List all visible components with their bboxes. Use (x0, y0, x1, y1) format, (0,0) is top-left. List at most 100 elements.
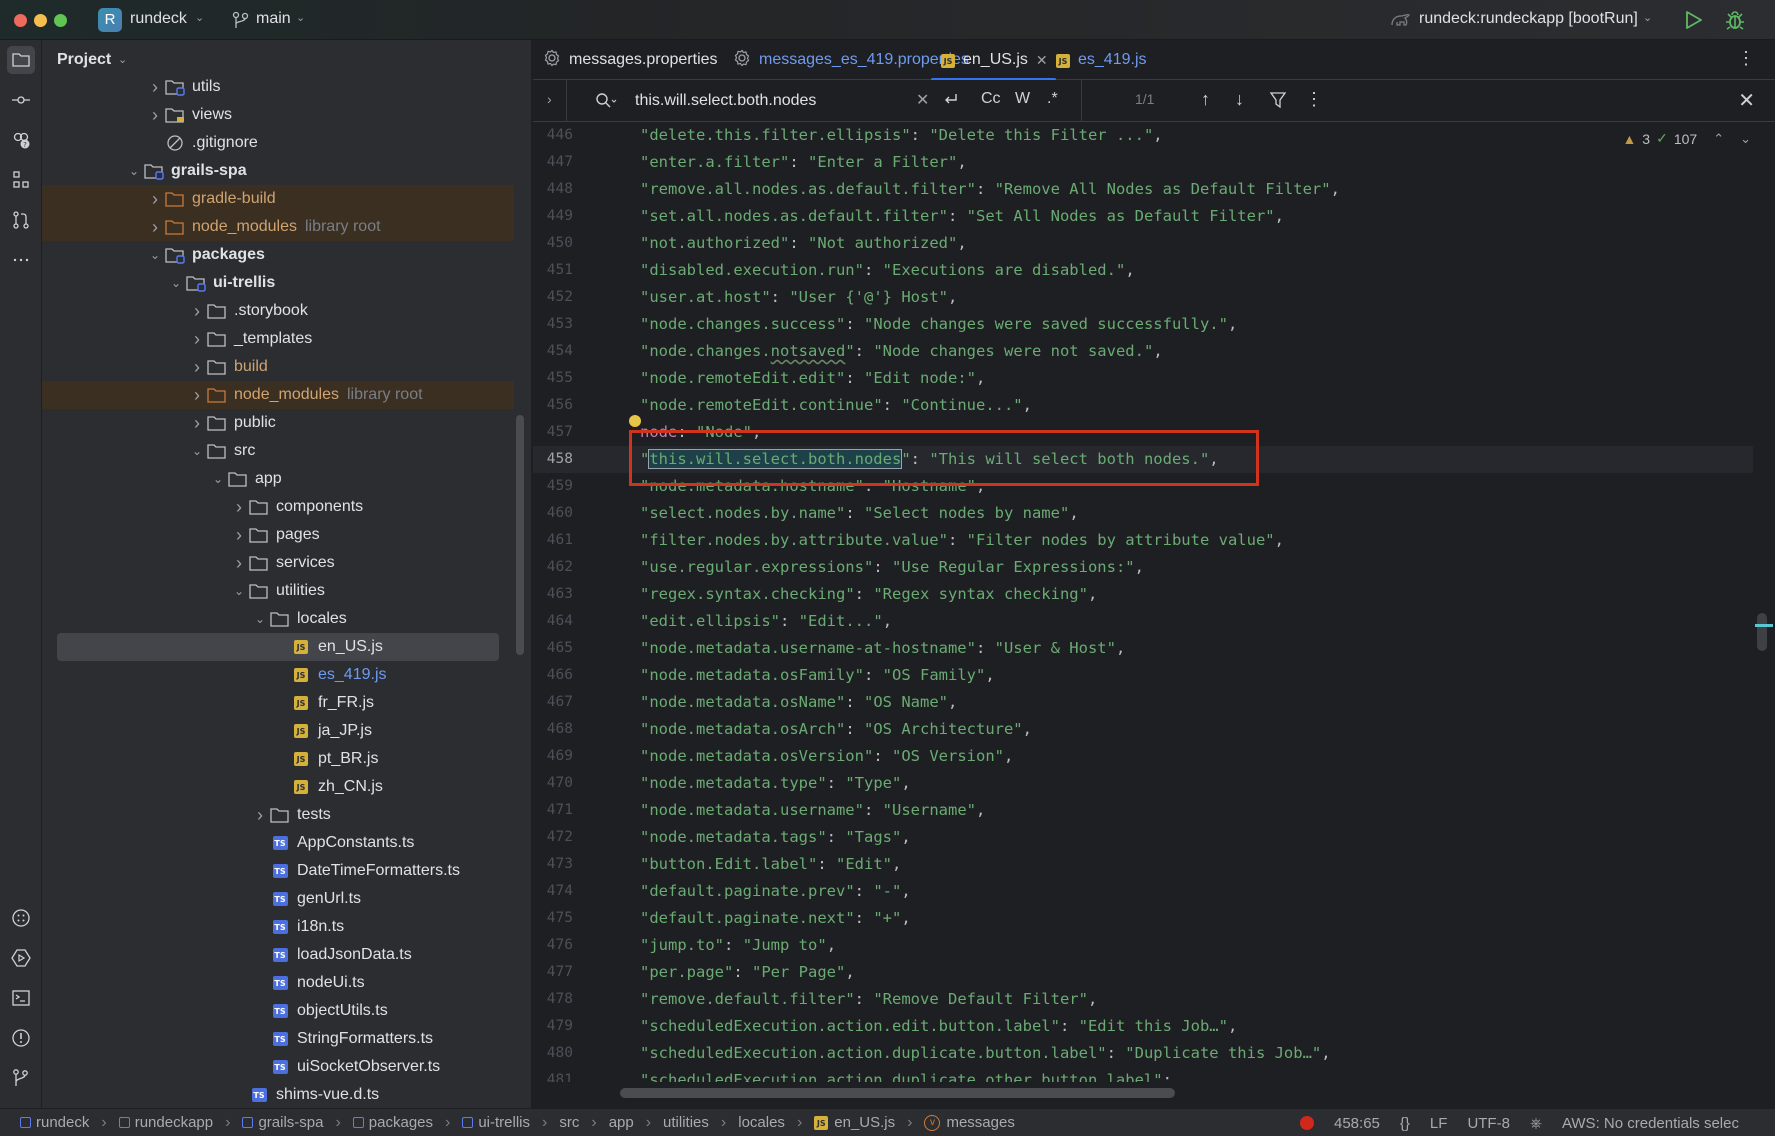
previous-occurrence-button[interactable]: ↑ (1201, 89, 1210, 110)
code-line[interactable]: 454 "node.changes.notsaved": "Node change… (533, 338, 1753, 365)
lightbulb-icon[interactable] (629, 415, 641, 427)
code-line[interactable]: 448 "remove.all.nodes.as.default.filter":… (533, 176, 1753, 203)
code-line[interactable]: 479 "scheduledExecution.action.edit.butto… (533, 1013, 1753, 1040)
project-view-selector[interactable]: Project (57, 51, 111, 69)
code-line[interactable]: 453 "node.changes.success": "Node changes… (533, 311, 1753, 338)
code-line[interactable]: 467 "node.metadata.osName": "OS Name", (533, 689, 1753, 716)
breadcrumb-item[interactable]: packages (352, 1114, 433, 1131)
tree-item[interactable]: JS en_US.js (57, 633, 499, 661)
horizontal-scrollbar[interactable] (620, 1088, 1175, 1098)
expand-arrow-icon[interactable]: › (188, 385, 206, 406)
collapse-arrow-icon[interactable]: ⌄ (188, 444, 206, 458)
line-ending[interactable]: LF (1430, 1115, 1448, 1132)
aws-connection-status[interactable]: AWS: No credentials selec (1562, 1115, 1739, 1132)
code-line[interactable]: 463 "regex.syntax.checking": "Regex synta… (533, 581, 1753, 608)
run-configuration-selector[interactable]: rundeck:rundeckapp [bootRun] (1419, 10, 1638, 28)
breadcrumb-item[interactable]: v messages (924, 1114, 1015, 1131)
minimize-window-button[interactable] (34, 14, 47, 27)
close-window-button[interactable] (14, 14, 27, 27)
more-vertical-icon[interactable]: ⋮ (1305, 89, 1323, 110)
tree-item[interactable]: ⌄ locales (42, 605, 514, 633)
tree-item[interactable]: TS nodeUi.ts (42, 969, 514, 997)
terminal-tool-button[interactable] (7, 984, 35, 1012)
filter-icon[interactable] (1269, 90, 1287, 110)
code-line[interactable]: 446 "delete.this.filter.ellipsis": "Delet… (533, 122, 1753, 149)
breadcrumb-item[interactable]: JS en_US.js (814, 1114, 895, 1131)
code-line[interactable]: 473 "button.Edit.label": "Edit", (533, 851, 1753, 878)
run-tool-button[interactable] (7, 944, 35, 972)
tree-item[interactable]: ⌄ utilities (42, 577, 514, 605)
breadcrumb-item[interactable]: ui-trellis (462, 1114, 530, 1131)
code-line[interactable]: 461 "filter.nodes.by.attribute.value": "F… (533, 527, 1753, 554)
tree-item[interactable]: TS StringFormatters.ts (42, 1025, 514, 1053)
run-icon[interactable] (1682, 9, 1704, 31)
code-line[interactable]: 452 "user.at.host": "User {'@'} Host", (533, 284, 1753, 311)
project-avatar[interactable]: R (98, 8, 122, 32)
branch-selector[interactable]: main (256, 10, 291, 28)
tree-item[interactable]: JS zh_CN.js (42, 773, 514, 801)
tree-item[interactable]: .gitignore (42, 129, 514, 157)
code-editor[interactable]: 446 "delete.this.filter.ellipsis": "Delet… (533, 122, 1753, 1082)
tree-item[interactable]: TS objectUtils.ts (42, 997, 514, 1025)
expand-arrow-icon[interactable]: › (146, 217, 164, 238)
regex-toggle[interactable]: .* (1047, 90, 1058, 108)
tree-item[interactable]: JS fr_FR.js (42, 689, 514, 717)
clear-search-icon[interactable]: ✕ (916, 90, 929, 110)
ai-assistant-tool-button[interactable]: ? (7, 126, 35, 154)
breadcrumb-item[interactable]: grails-spa (242, 1114, 323, 1131)
project-tree-scrollbar[interactable] (516, 415, 524, 655)
structure-tool-button[interactable] (7, 166, 35, 194)
expand-arrow-icon[interactable]: › (146, 77, 164, 98)
tree-item[interactable]: › build (42, 353, 514, 381)
code-line[interactable]: 449 "set.all.nodes.as.default.filter": "S… (533, 203, 1753, 230)
vertical-scrollbar[interactable] (1757, 613, 1767, 651)
expand-arrow-icon[interactable]: › (230, 553, 248, 574)
file-encoding[interactable]: UTF-8 (1467, 1115, 1510, 1132)
code-line[interactable]: 477 "per.page": "Per Page", (533, 959, 1753, 986)
breadcrumb-item[interactable]: rundeck (20, 1114, 89, 1131)
expand-arrow-icon[interactable]: › (188, 329, 206, 350)
whole-words-toggle[interactable]: W (1015, 90, 1030, 108)
code-line[interactable]: 472 "node.metadata.tags": "Tags", (533, 824, 1753, 851)
code-line[interactable]: 465 "node.metadata.username-at-hostname":… (533, 635, 1753, 662)
tree-item[interactable]: › utils (42, 73, 514, 101)
code-line[interactable]: 470 "node.metadata.type": "Type", (533, 770, 1753, 797)
tree-item[interactable]: › views (42, 101, 514, 129)
code-line[interactable]: 478 "remove.default.filter": "Remove Defa… (533, 986, 1753, 1013)
breadcrumb-item[interactable]: utilities (663, 1114, 709, 1131)
tree-item[interactable]: JS pt_BR.js (42, 745, 514, 773)
tree-item[interactable]: ⌄ app (42, 465, 514, 493)
search-icon[interactable] (595, 92, 617, 110)
collapse-arrow-icon[interactable]: ⌄ (146, 248, 164, 262)
tree-item[interactable]: › tests (42, 801, 514, 829)
project-selector[interactable]: rundeck (130, 10, 187, 28)
code-line[interactable]: 475 "default.paginate.next": "+", (533, 905, 1753, 932)
code-line[interactable]: 455 "node.remoteEdit.edit": "Edit node:", (533, 365, 1753, 392)
code-line[interactable]: 481 "scheduledExecution.action.duplicate.… (533, 1067, 1753, 1082)
pull-requests-tool-button[interactable] (7, 206, 35, 234)
find-input[interactable] (635, 89, 905, 113)
code-line[interactable]: 468 "node.metadata.osArch": "OS Architect… (533, 716, 1753, 743)
tree-item[interactable]: JS ja_JP.js (42, 717, 514, 745)
editor-tab[interactable]: JS es_419.js (1056, 40, 1147, 80)
expand-arrow-icon[interactable]: › (146, 189, 164, 210)
tree-item[interactable]: › node_modules library root (42, 381, 514, 409)
tree-item[interactable]: TS DateTimeFormatters.ts (42, 857, 514, 885)
code-line[interactable]: 447 "enter.a.filter": "Enter a Filter", (533, 149, 1753, 176)
tree-item[interactable]: ⌄ packages (42, 241, 514, 269)
error-indicator-icon[interactable] (1300, 1116, 1314, 1130)
maximize-window-button[interactable] (54, 14, 67, 27)
match-case-toggle[interactable]: Cc (981, 90, 1001, 108)
tree-item[interactable]: ⌄ ui-trellis (42, 269, 514, 297)
close-tab-icon[interactable]: ✕ (1036, 52, 1048, 69)
code-line[interactable]: 464 "edit.ellipsis": "Edit...", (533, 608, 1753, 635)
collapse-arrow-icon[interactable]: ⌄ (251, 612, 269, 626)
code-line[interactable]: 456 "node.remoteEdit.continue": "Continue… (533, 392, 1753, 419)
breadcrumb-item[interactable]: locales (738, 1114, 785, 1131)
commit-tool-button[interactable] (7, 86, 35, 114)
code-line[interactable]: 460 "select.nodes.by.name": "Select nodes… (533, 500, 1753, 527)
expand-arrow-icon[interactable]: › (230, 525, 248, 546)
collapse-arrow-icon[interactable]: ⌄ (209, 472, 227, 486)
tree-item[interactable]: TS genUrl.ts (42, 885, 514, 913)
tree-item[interactable]: TS loadJsonData.ts (42, 941, 514, 969)
